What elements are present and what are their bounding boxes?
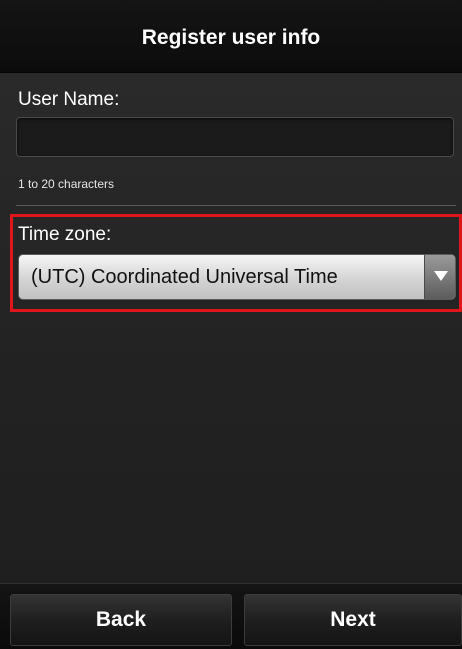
next-button[interactable]: Next: [244, 594, 462, 646]
user-name-hint: 1 to 20 characters: [18, 177, 115, 191]
chevron-down-icon: [434, 271, 448, 281]
user-name-label: User Name:: [18, 89, 120, 110]
page-title: Register user info: [0, 0, 462, 73]
footer-bar: Back Next: [0, 583, 462, 649]
time-zone-selected-value: (UTC) Coordinated Universal Time: [31, 266, 338, 288]
form-area: User Name: 1 to 20 characters Time zone:…: [0, 73, 462, 583]
divider: [16, 205, 456, 206]
time-zone-dropdown-button[interactable]: [424, 255, 455, 299]
time-zone-select[interactable]: (UTC) Coordinated Universal Time: [18, 254, 456, 300]
back-button[interactable]: Back: [10, 594, 232, 646]
user-name-input[interactable]: [16, 117, 454, 157]
time-zone-label: Time zone:: [18, 224, 112, 245]
app-screen: Register user info User Name: 1 to 20 ch…: [0, 0, 462, 649]
